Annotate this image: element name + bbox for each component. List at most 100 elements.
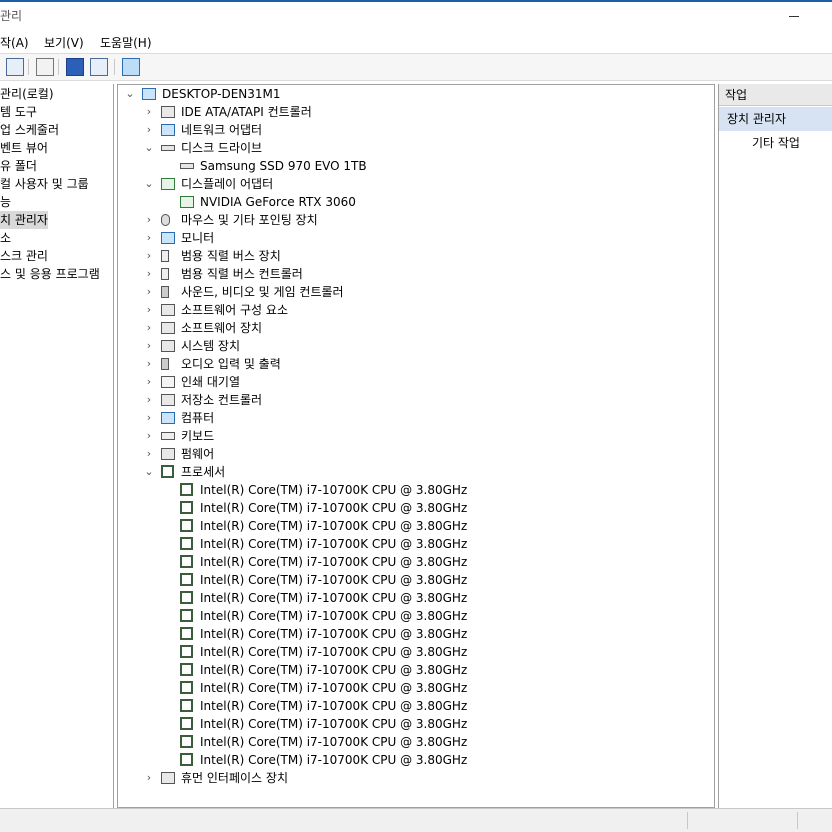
ide-controller-icon: [161, 106, 175, 118]
tree-category[interactable]: › 인쇄 대기열: [118, 373, 714, 391]
chevron-right-icon[interactable]: ›: [143, 301, 155, 319]
console-tree-item[interactable]: 스크 관리: [0, 247, 48, 265]
chevron-down-icon[interactable]: ⌄: [143, 463, 155, 481]
tree-device[interactable]: Intel(R) Core(TM) i7-10700K CPU @ 3.80GH…: [118, 571, 714, 589]
tree-category[interactable]: › 키보드: [118, 427, 714, 445]
tree-device[interactable]: Intel(R) Core(TM) i7-10700K CPU @ 3.80GH…: [118, 499, 714, 517]
chevron-right-icon[interactable]: ›: [143, 103, 155, 121]
tree-category[interactable]: ⌄ 프로세서: [118, 463, 714, 481]
chevron-right-icon[interactable]: ›: [143, 391, 155, 409]
chevron-down-icon[interactable]: ⌄: [124, 85, 136, 103]
cpu-icon: [180, 627, 193, 640]
tree-category-label: 프로세서: [181, 465, 226, 479]
tree-category[interactable]: › 시스템 장치: [118, 337, 714, 355]
chevron-right-icon[interactable]: ›: [143, 427, 155, 445]
computer-icon: [142, 88, 156, 100]
cpu-icon: [180, 645, 193, 658]
tree-device[interactable]: Intel(R) Core(TM) i7-10700K CPU @ 3.80GH…: [118, 679, 714, 697]
tree-category[interactable]: › 오디오 입력 및 출력: [118, 355, 714, 373]
properties-icon[interactable]: [6, 58, 24, 76]
chevron-right-icon[interactable]: ›: [143, 769, 155, 787]
chevron-right-icon[interactable]: ›: [143, 355, 155, 373]
actions-section-device-manager[interactable]: 장치 관리자: [719, 107, 832, 131]
chevron-right-icon[interactable]: ›: [143, 247, 155, 265]
usb-controller-icon: [161, 268, 169, 280]
tree-category[interactable]: › 모니터: [118, 229, 714, 247]
chevron-right-icon[interactable]: ›: [143, 373, 155, 391]
cpu-icon: [180, 519, 193, 532]
menu-action[interactable]: 작(A): [0, 34, 29, 51]
tree-device[interactable]: Samsung SSD 970 EVO 1TB: [118, 157, 714, 175]
tree-category[interactable]: › 범용 직렬 버스 컨트롤러: [118, 265, 714, 283]
monitor-icon[interactable]: [122, 58, 140, 76]
tree-category[interactable]: › 마우스 및 기타 포인팅 장치: [118, 211, 714, 229]
chevron-right-icon[interactable]: ›: [143, 409, 155, 427]
tree-device[interactable]: NVIDIA GeForce RTX 3060: [118, 193, 714, 211]
list-icon[interactable]: [36, 58, 54, 76]
tree-category[interactable]: › 휴먼 인터페이스 장치: [118, 769, 714, 787]
console-tree-item[interactable]: 컬 사용자 및 그룹: [0, 175, 89, 193]
console-tree-item[interactable]: 스 및 응용 프로그램: [0, 265, 100, 283]
tree-device[interactable]: Intel(R) Core(TM) i7-10700K CPU @ 3.80GH…: [118, 715, 714, 733]
chevron-right-icon[interactable]: ›: [143, 445, 155, 463]
chevron-right-icon[interactable]: ›: [143, 265, 155, 283]
console-tree-item[interactable]: 치 관리자: [0, 211, 48, 229]
tree-device[interactable]: Intel(R) Core(TM) i7-10700K CPU @ 3.80GH…: [118, 589, 714, 607]
tree-device[interactable]: Intel(R) Core(TM) i7-10700K CPU @ 3.80GH…: [118, 607, 714, 625]
tree-category[interactable]: › 네트워크 어댑터: [118, 121, 714, 139]
cpu-icon: [180, 609, 193, 622]
tree-category-label: 인쇄 대기열: [181, 375, 241, 389]
tree-device-label: Intel(R) Core(TM) i7-10700K CPU @ 3.80GH…: [200, 663, 468, 677]
tree-category[interactable]: › 소프트웨어 장치: [118, 319, 714, 337]
view-icon[interactable]: [90, 58, 108, 76]
console-tree-item[interactable]: 템 도구: [0, 103, 37, 121]
console-tree-item[interactable]: 능: [0, 193, 11, 211]
audio-io-icon: [161, 358, 169, 370]
tree-device[interactable]: Intel(R) Core(TM) i7-10700K CPU @ 3.80GH…: [118, 481, 714, 499]
chevron-right-icon[interactable]: ›: [143, 211, 155, 229]
tree-device-label: Intel(R) Core(TM) i7-10700K CPU @ 3.80GH…: [200, 519, 468, 533]
console-tree-item[interactable]: 업 스케줄러: [0, 121, 59, 139]
keyboard-icon: [161, 432, 175, 440]
chevron-right-icon[interactable]: ›: [143, 229, 155, 247]
menu-view[interactable]: 보기(V): [44, 34, 84, 51]
actions-header: 작업: [719, 84, 832, 106]
console-tree-item[interactable]: 소: [0, 229, 11, 247]
tree-category[interactable]: › 사운드, 비디오 및 게임 컨트롤러: [118, 283, 714, 301]
chevron-right-icon[interactable]: ›: [143, 337, 155, 355]
tree-device[interactable]: Intel(R) Core(TM) i7-10700K CPU @ 3.80GH…: [118, 697, 714, 715]
actions-more[interactable]: 기타 작업: [752, 134, 800, 151]
tree-category-label: 저장소 컨트롤러: [181, 393, 263, 407]
menu-help[interactable]: 도움말(H): [100, 34, 152, 51]
help-icon[interactable]: [66, 58, 84, 76]
tree-device[interactable]: Intel(R) Core(TM) i7-10700K CPU @ 3.80GH…: [118, 733, 714, 751]
tree-device[interactable]: Intel(R) Core(TM) i7-10700K CPU @ 3.80GH…: [118, 643, 714, 661]
tree-device[interactable]: Intel(R) Core(TM) i7-10700K CPU @ 3.80GH…: [118, 661, 714, 679]
tree-category[interactable]: ⌄ 디스플레이 어댑터: [118, 175, 714, 193]
tree-device[interactable]: Intel(R) Core(TM) i7-10700K CPU @ 3.80GH…: [118, 517, 714, 535]
tree-category[interactable]: › 펌웨어: [118, 445, 714, 463]
cpu-icon: [180, 501, 193, 514]
tree-category[interactable]: › 범용 직렬 버스 장치: [118, 247, 714, 265]
tree-category[interactable]: › 컴퓨터: [118, 409, 714, 427]
tree-device[interactable]: Intel(R) Core(TM) i7-10700K CPU @ 3.80GH…: [118, 553, 714, 571]
chevron-down-icon[interactable]: ⌄: [143, 139, 155, 157]
tree-category[interactable]: ⌄ 디스크 드라이브: [118, 139, 714, 157]
tree-root[interactable]: ⌄ DESKTOP-DEN31M1: [118, 85, 714, 103]
tree-device[interactable]: Intel(R) Core(TM) i7-10700K CPU @ 3.80GH…: [118, 535, 714, 553]
chevron-right-icon[interactable]: ›: [143, 283, 155, 301]
console-tree-item[interactable]: 유 폴더: [0, 157, 37, 175]
tree-category[interactable]: › 소프트웨어 구성 요소: [118, 301, 714, 319]
tree-device[interactable]: Intel(R) Core(TM) i7-10700K CPU @ 3.80GH…: [118, 751, 714, 769]
tree-device[interactable]: Intel(R) Core(TM) i7-10700K CPU @ 3.80GH…: [118, 625, 714, 643]
chevron-down-icon[interactable]: ⌄: [143, 175, 155, 193]
tree-category[interactable]: › IDE ATA/ATAPI 컨트롤러: [118, 103, 714, 121]
console-tree-item[interactable]: 벤트 뷰어: [0, 139, 48, 157]
chevron-right-icon[interactable]: ›: [143, 319, 155, 337]
tree-category[interactable]: › 저장소 컨트롤러: [118, 391, 714, 409]
chevron-right-icon[interactable]: ›: [143, 121, 155, 139]
hid-icon: [161, 772, 175, 784]
console-tree-item[interactable]: 관리(로컬): [0, 85, 54, 103]
tree-category-label: 소프트웨어 장치: [181, 321, 263, 335]
minimize-button[interactable]: [780, 4, 810, 26]
